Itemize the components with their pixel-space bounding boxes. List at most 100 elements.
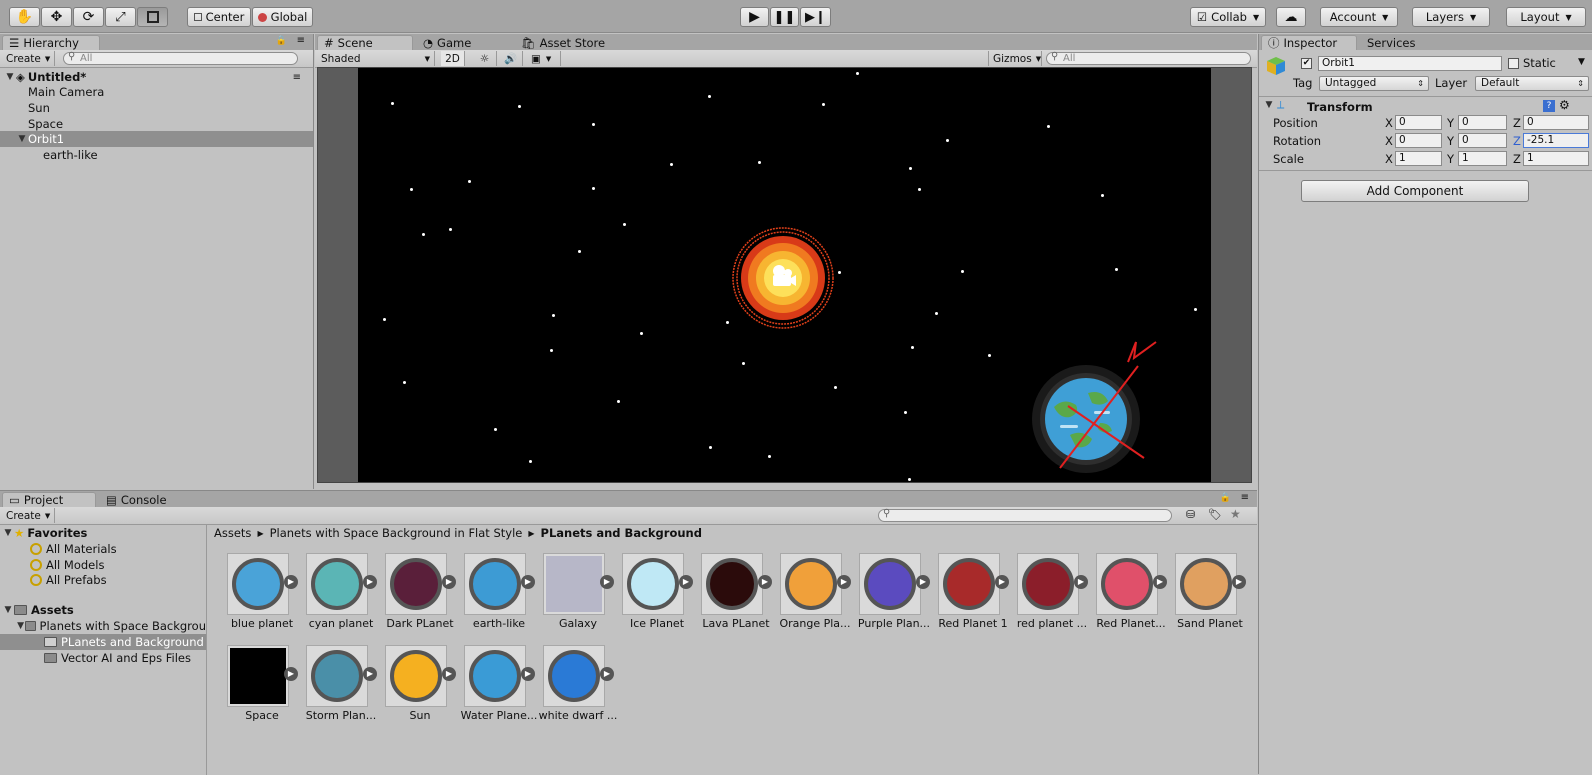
axis-y-label[interactable]: Y xyxy=(1447,116,1454,130)
asset-item[interactable]: ▶ Ice Planet xyxy=(617,553,697,643)
expand-arrow-icon[interactable]: ▶ xyxy=(758,575,772,589)
layer-dropdown[interactable]: Default ⇕ xyxy=(1475,76,1589,91)
favorite-star-icon[interactable]: ★ xyxy=(1230,507,1241,521)
tab-inspector[interactable]: ⓘ Inspector xyxy=(1261,35,1357,50)
expand-arrow-icon[interactable]: ▶ xyxy=(1232,575,1246,589)
scale-tool-button[interactable]: ⤢ xyxy=(105,7,136,27)
axis-y-label[interactable]: Y xyxy=(1447,152,1454,166)
audio-toggle-button[interactable]: 🔊 xyxy=(499,51,523,66)
axis-z-label[interactable]: Z xyxy=(1513,116,1521,130)
hierarchy-item-main-camera[interactable]: Main Camera xyxy=(0,84,313,100)
filter-type-icon[interactable]: ⛁ xyxy=(1186,508,1195,521)
asset-item[interactable]: ▶ earth-like xyxy=(459,553,539,643)
2d-toggle-button[interactable]: 2D xyxy=(441,51,465,66)
expand-triangle-icon[interactable]: ▼ xyxy=(2,528,14,538)
hierarchy-item-earth-like[interactable]: earth-like xyxy=(0,147,313,163)
gizmos-dropdown[interactable]: Gizmos ▼ xyxy=(988,51,1042,66)
axis-x-label[interactable]: X xyxy=(1385,152,1393,166)
panel-menu-icon[interactable]: ≡ xyxy=(297,35,305,46)
breadcrumb-planets-folder[interactable]: Planets with Space Background in Flat St… xyxy=(270,526,523,540)
step-button[interactable]: ▶❙ xyxy=(800,7,831,27)
expand-arrow-icon[interactable]: ▶ xyxy=(363,667,377,681)
asset-item[interactable]: ▶ Purple Plan... xyxy=(854,553,934,643)
object-name-input[interactable]: Orbit1 xyxy=(1318,56,1502,71)
asset-item[interactable]: ▶ Dark PLanet xyxy=(380,553,460,643)
scale-z-input[interactable]: 1 xyxy=(1523,151,1589,166)
collab-dropdown[interactable]: ☑ Collab ▼ xyxy=(1190,7,1266,27)
layout-dropdown[interactable]: Layout ▼ xyxy=(1506,7,1586,27)
asset-item[interactable]: ▶ Red Planet... xyxy=(1091,553,1171,643)
project-create-button[interactable]: Create ▼ xyxy=(2,508,56,523)
expand-arrow-icon[interactable]: ▶ xyxy=(1074,575,1088,589)
asset-item[interactable]: ▶ Storm Plan... xyxy=(301,645,381,735)
axis-x-label[interactable]: X xyxy=(1385,116,1393,130)
shading-mode-dropdown[interactable]: Shaded ▼ xyxy=(317,51,435,66)
account-dropdown[interactable]: Account ▼ xyxy=(1320,7,1398,27)
hierarchy-item-orbit1[interactable]: ▼ Orbit1 xyxy=(0,131,313,147)
help-icon[interactable]: ? xyxy=(1543,100,1555,112)
hierarchy-create-button[interactable]: Create ▼ xyxy=(2,51,56,66)
axis-x-label[interactable]: X xyxy=(1385,134,1393,148)
folder-planets-with-space[interactable]: ▼ Planets with Space Backgrou xyxy=(0,618,206,634)
rotate-tool-button[interactable]: ⟳ xyxy=(73,7,104,27)
asset-item[interactable]: ▶ Sand Planet xyxy=(1170,553,1250,643)
expand-arrow-icon[interactable]: ▶ xyxy=(679,575,693,589)
expand-arrow-icon[interactable]: ▶ xyxy=(363,575,377,589)
tab-services[interactable]: Services xyxy=(1361,35,1422,50)
expand-arrow-icon[interactable]: ▶ xyxy=(837,575,851,589)
favorite-all-prefabs[interactable]: All Prefabs xyxy=(0,572,206,588)
effects-dropdown[interactable]: ▣ ▼ xyxy=(527,51,561,66)
gear-icon[interactable]: ⚙ xyxy=(1559,98,1570,112)
global-space-button[interactable]: Global xyxy=(252,7,313,27)
assets-row[interactable]: ▼ Assets xyxy=(0,602,206,618)
favorites-row[interactable]: ▼ ★ Favorites xyxy=(0,525,206,541)
folder-vector-ai-eps[interactable]: Vector AI and Eps Files xyxy=(0,650,206,666)
tab-hierarchy[interactable]: ☰ Hierarchy xyxy=(2,35,100,50)
tab-asset-store[interactable]: 🛍 Asset Store xyxy=(515,35,611,50)
hierarchy-item-space[interactable]: Space xyxy=(0,116,313,132)
hand-tool-button[interactable]: ✋ xyxy=(9,7,40,27)
filter-label-icon[interactable]: 🏷 xyxy=(1208,508,1222,521)
tab-scene[interactable]: # Scene xyxy=(317,35,413,50)
hierarchy-search-input[interactable]: All xyxy=(63,51,298,65)
breadcrumb-assets[interactable]: Assets xyxy=(214,526,251,540)
camera-gizmo-icon[interactable] xyxy=(769,264,797,290)
expand-arrow-icon[interactable]: ▶ xyxy=(995,575,1009,589)
breadcrumb-current[interactable]: PLanets and Background xyxy=(541,526,702,540)
axis-z-label[interactable]: Z xyxy=(1513,134,1521,148)
panel-menu-icon[interactable]: ≡ xyxy=(1241,492,1249,503)
expand-arrow-icon[interactable]: ▶ xyxy=(600,667,614,681)
tab-project[interactable]: ▭ Project xyxy=(2,492,96,507)
expand-triangle-icon[interactable]: ▼ xyxy=(1263,100,1275,110)
active-checkbox[interactable]: ✔ xyxy=(1301,58,1312,69)
expand-arrow-icon[interactable]: ▶ xyxy=(442,575,456,589)
asset-item[interactable]: ▶ Space xyxy=(222,645,302,735)
expand-arrow-icon[interactable]: ▶ xyxy=(916,575,930,589)
scene-root-row[interactable]: ▼ ◈ Untitled* ≡ xyxy=(0,69,313,85)
position-x-input[interactable]: 0 xyxy=(1395,115,1442,130)
asset-item[interactable]: ▶ white dwarf ... xyxy=(538,645,618,735)
position-y-input[interactable]: 0 xyxy=(1458,115,1507,130)
layers-dropdown[interactable]: Layers ▼ xyxy=(1412,7,1490,27)
asset-item[interactable]: ▶ cyan planet xyxy=(301,553,381,643)
rotation-z-input[interactable]: -25.1 xyxy=(1523,133,1589,148)
expand-triangle-icon[interactable]: ▼ xyxy=(4,72,16,82)
rotate-gizmo[interactable] xyxy=(1048,336,1168,476)
expand-arrow-icon[interactable]: ▶ xyxy=(521,667,535,681)
asset-item[interactable]: ▶ Red Planet 1 xyxy=(933,553,1013,643)
lock-icon[interactable]: 🔒 xyxy=(1220,493,1231,503)
project-search-input[interactable] xyxy=(878,508,1172,522)
tab-console[interactable]: ▤ Console xyxy=(100,492,173,507)
expand-arrow-icon[interactable]: ▶ xyxy=(1153,575,1167,589)
expand-arrow-icon[interactable]: ▶ xyxy=(284,667,298,681)
asset-item[interactable]: ▶ Sun xyxy=(380,645,460,735)
scale-y-input[interactable]: 1 xyxy=(1458,151,1507,166)
axis-y-label[interactable]: Y xyxy=(1447,134,1454,148)
favorite-all-materials[interactable]: All Materials xyxy=(0,541,206,557)
play-button[interactable]: ▶ xyxy=(740,7,769,27)
scale-x-input[interactable]: 1 xyxy=(1395,151,1442,166)
scene-search-input[interactable]: All xyxy=(1046,51,1251,65)
expand-arrow-icon[interactable]: ▶ xyxy=(284,575,298,589)
pivot-center-button[interactable]: Center xyxy=(187,7,251,27)
tab-game[interactable]: ◔ Game xyxy=(417,35,477,50)
